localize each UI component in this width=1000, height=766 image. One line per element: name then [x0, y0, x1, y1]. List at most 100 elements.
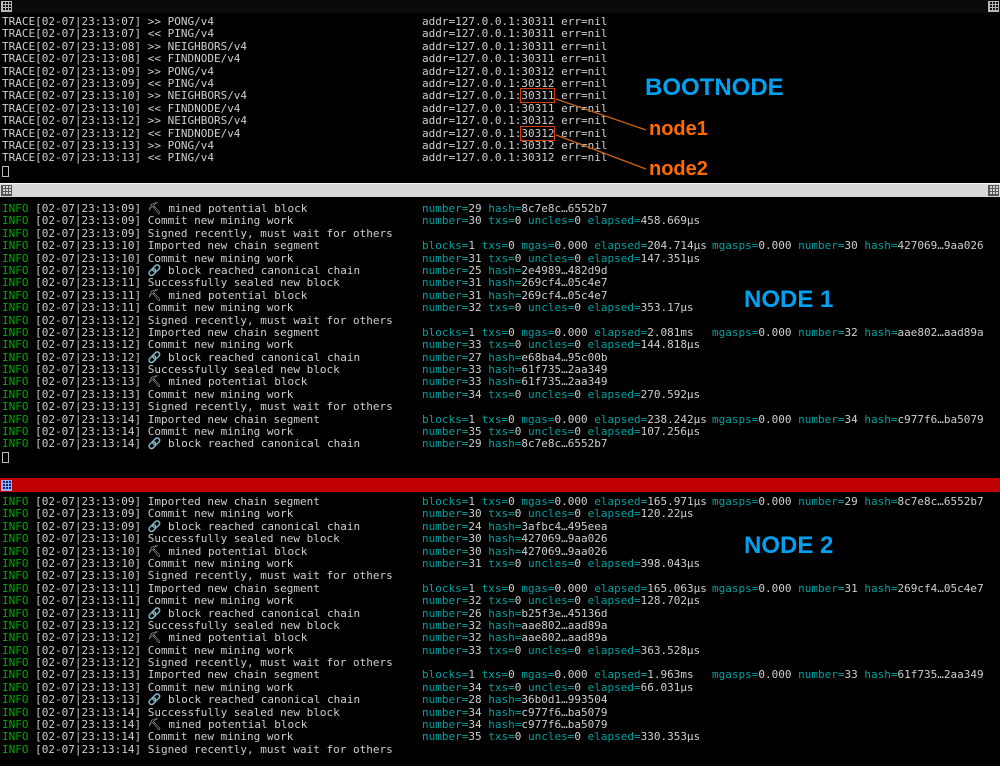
pickaxe-icon: ⛏ [147, 544, 169, 558]
field-value: 165.971µs [647, 495, 707, 508]
node2-titlebar[interactable] [0, 478, 1000, 492]
chain-icon: 🔗 [147, 437, 169, 451]
field-value: 32 [844, 325, 858, 339]
field-value: 0 [574, 338, 581, 352]
port-value: 30312 [521, 64, 555, 78]
field-value: 0 [574, 594, 581, 608]
field-key: mgas= [514, 495, 555, 508]
field-key: number= [422, 350, 469, 364]
log-level: TRACE [2, 101, 36, 115]
log-level: INFO [2, 226, 36, 240]
field-key: uncles= [521, 556, 575, 570]
field-value: 29 [468, 437, 482, 451]
field-value: 0 [574, 301, 581, 315]
window-menu-icon[interactable] [1, 479, 12, 491]
port-value: 30312 [521, 138, 555, 152]
field-value: c977f6…ba5079 [521, 718, 608, 732]
field-value: 427069…9aa026 [521, 544, 608, 558]
field-value: 0 [574, 556, 581, 570]
log-text: Signed recently, must wait for others [147, 569, 393, 583]
log-level: INFO [2, 263, 36, 277]
node1-titlebar[interactable] [0, 183, 1000, 197]
addr-value: 127.0.0.1: [455, 114, 522, 128]
highlighted-port: 30311 [520, 88, 556, 104]
field-key: hash= [481, 350, 522, 364]
field-value: 2.081ms [647, 325, 694, 339]
window-menu-icon[interactable] [1, 1, 12, 12]
field-key: addr= [422, 151, 456, 165]
field-key: mgasps= [712, 412, 759, 426]
field-key: hash= [481, 263, 522, 277]
log-text: block reached canonical chain [168, 263, 361, 277]
window-resize-icon[interactable] [988, 1, 999, 12]
field-key: uncles= [521, 251, 575, 265]
node2-terminal[interactable]: INFO [02-07|23:13:09] Imported new chain… [0, 492, 1000, 766]
field-key: txs= [474, 239, 509, 253]
field-key: txs= [481, 556, 515, 570]
field-value: 34 [468, 705, 482, 719]
field-key: uncles= [521, 338, 575, 352]
addr-value: 127.0.0.1: [455, 64, 522, 78]
log-text: block reached canonical chain [168, 519, 361, 533]
node1-terminal[interactable]: INFO [02-07|23:13:09] ⛏ mined potential … [0, 197, 1000, 478]
field-key: number= [422, 375, 469, 389]
window-menu-icon[interactable] [1, 185, 12, 196]
log-timestamp: [02-07|23:13:14] [35, 412, 148, 426]
field-key: number= [422, 363, 469, 377]
terminal-cursor [2, 165, 9, 177]
field-value: 0.000 [758, 412, 792, 426]
field-key: number= [422, 437, 469, 451]
chain-icon: 🔗 [147, 519, 169, 533]
field-key: elapsed= [587, 581, 648, 595]
log-level: INFO [2, 643, 36, 657]
field-key: elapsed= [580, 594, 641, 608]
log-timestamp: [02-07|23:13:12] [35, 631, 148, 645]
port-value: 30312 [521, 114, 555, 128]
field-key: number= [422, 251, 469, 265]
log-level: INFO [2, 214, 36, 228]
log-fields: mgasps=0.000 number=32 hash=aae802…aad89… [712, 325, 984, 339]
pickaxe-icon: ⛏ [147, 631, 169, 645]
field-value: 270.592µs [640, 387, 701, 401]
field-key: blocks= [422, 668, 469, 682]
log-text: Imported new chain segment [147, 412, 320, 426]
field-key: hash= [481, 544, 522, 558]
field-value: 0 [574, 387, 581, 401]
log-line: INFO [02-07|23:13:14] Signed recently, m… [2, 742, 1000, 756]
field-value: 0 [508, 325, 515, 339]
log-level: TRACE [2, 76, 36, 90]
field-key: hash= [481, 705, 522, 719]
field-value: 458.669µs [640, 214, 701, 228]
log-text: Commit new mining work [147, 556, 294, 570]
cursor-line [2, 165, 1000, 177]
field-key: txs= [474, 412, 509, 426]
field-value: 1 [468, 581, 475, 595]
log-timestamp: [02-07|23:13:07] [35, 15, 148, 28]
field-value: 1 [468, 239, 475, 253]
log-text: mined potential block [168, 375, 308, 389]
field-key: number= [422, 288, 469, 302]
field-value: 33 [468, 375, 482, 389]
field-value: 147.351µs [640, 251, 701, 265]
field-key: mgasps= [712, 581, 759, 595]
bootnode-titlebar[interactable] [0, 0, 1000, 13]
field-value: 31 [468, 276, 482, 290]
window-resize-icon[interactable] [988, 185, 999, 196]
field-key: elapsed= [580, 338, 641, 352]
log-level: TRACE [2, 89, 36, 103]
log-level: TRACE [2, 114, 36, 128]
field-key: number= [422, 425, 469, 439]
field-key: uncles= [521, 680, 575, 694]
log-text: << PING/v4 [147, 27, 214, 41]
pickaxe-icon: ⛏ [147, 375, 169, 389]
log-text: Signed recently, must wait for others [147, 742, 393, 756]
field-value: 31 [844, 581, 858, 595]
bootnode-terminal[interactable]: TRACE[02-07|23:13:07] >> PONG/v4 addr=127… [0, 13, 1000, 183]
log-level: INFO [2, 325, 36, 339]
field-key: uncles= [521, 507, 575, 521]
addr-value: 127.0.0.1: [455, 89, 522, 103]
log-text: mined potential block [168, 544, 308, 558]
field-key: addr= [422, 52, 456, 66]
field-key: hash= [481, 693, 522, 707]
field-value: 27 [468, 350, 482, 364]
